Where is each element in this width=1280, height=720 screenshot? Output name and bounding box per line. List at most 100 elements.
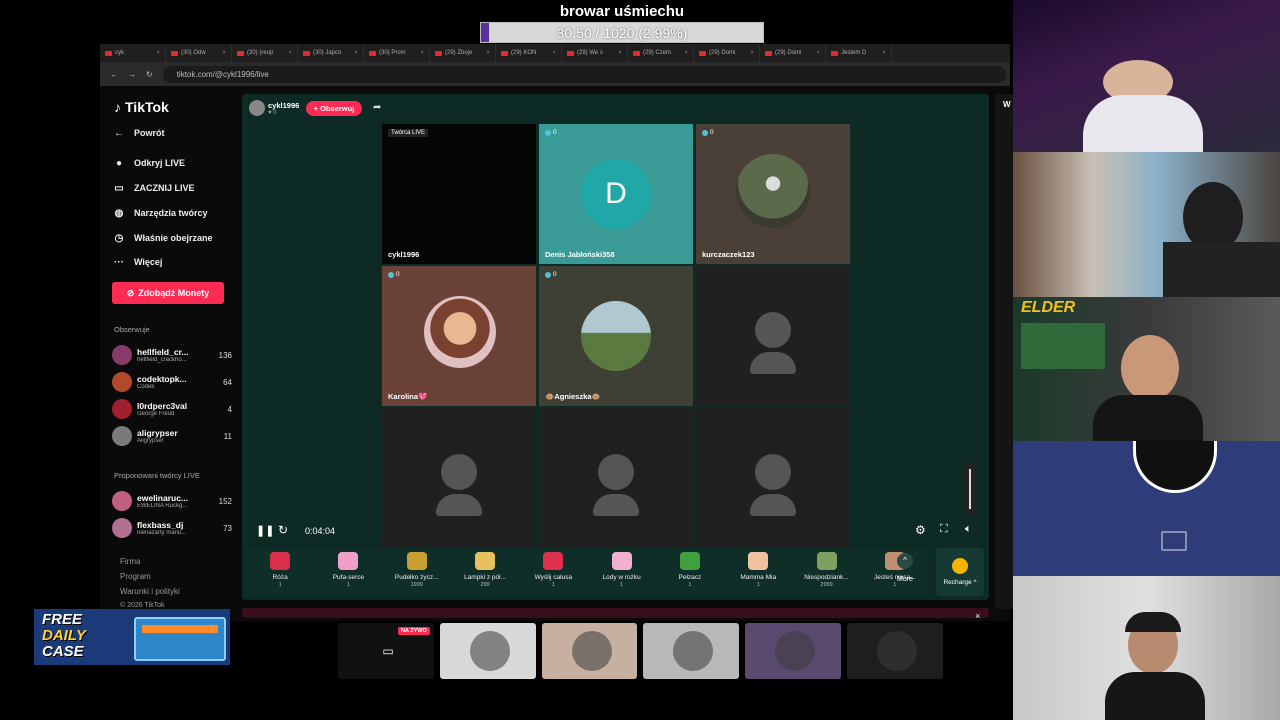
gift-item[interactable]: Lampki z pół... 299 [454,552,516,588]
guest-tile[interactable] [696,266,850,406]
browser-tab[interactable]: (30) Japco × [298,44,364,62]
browser-tab[interactable]: cyk × [100,44,166,62]
browser-tab[interactable]: (30) Odw × [166,44,232,62]
close-icon[interactable]: × [882,50,886,56]
account-item[interactable]: codektopk... Codek 64 [112,371,232,393]
browser-tab[interactable]: (29) Czem × [628,44,694,62]
guest-avatar-letter: D [581,159,651,229]
close-icon[interactable]: × [222,50,226,56]
recharge-button[interactable]: Recharge ^ [936,548,984,596]
close-icon[interactable]: × [975,611,980,621]
share-icon[interactable]: ➦ [373,102,381,113]
gift-price: 1999 [410,582,423,588]
guest-tile[interactable]: 0 kurczaczek123 [696,124,850,264]
gift-item[interactable]: Lody w rożku 1 [591,552,653,588]
host-avatar[interactable] [249,100,265,116]
back-icon[interactable]: ← [110,70,118,79]
footer-link[interactable]: Firma [120,557,140,566]
live-thumbnail[interactable] [745,623,842,679]
browser-tab[interactable]: (30) Prom × [364,44,430,62]
guest-tile[interactable]: Twórca LIVE cykl1996 [382,124,536,264]
browser-tab[interactable]: Jestem D × [826,44,892,62]
browser-tab[interactable]: (29) We s × [562,44,628,62]
close-icon[interactable]: × [420,50,424,56]
browser-tab[interactable]: (29) Zboje × [430,44,496,62]
tiktok-logo[interactable]: ♪ TikTok [114,99,169,115]
pause-icon[interactable]: ❚❚ [256,524,274,537]
sidebar-item-label: Właśnie obejrzane [134,233,213,243]
close-icon[interactable]: × [486,50,490,56]
gift-item[interactable]: Niespodziank... 2999 [796,552,858,588]
goal-progress-text: 30.50 / 1020 (2.99%) [556,25,688,41]
close-icon[interactable]: × [816,50,820,56]
url-field[interactable]: tiktok.com/@cykl1996/live [162,65,1006,83]
footer-link[interactable]: Program [120,572,151,581]
fullscreen-icon[interactable]: ⛶ [940,523,948,536]
browser-tab[interactable]: (29) KON × [496,44,562,62]
account-item[interactable]: aligrypser Aligrypser 11 [112,425,232,447]
footer-link[interactable]: Warunki i polityki [120,587,180,596]
sidebar-item-4[interactable]: ◷ Właśnie obejrzane [112,227,238,249]
reload-icon[interactable]: ↻ [146,70,153,79]
sidebar-item-2[interactable]: ▭ ZACZNIJ LIVE [112,177,238,199]
account-item[interactable]: flexbass_dj nienażarty mariu... 73 [112,517,232,539]
gift-name: Pełzacz [678,574,702,581]
close-icon[interactable]: × [156,50,160,56]
gift-item[interactable]: Pudełko życz... 1999 [386,552,448,588]
live-thumbnail[interactable] [847,623,943,679]
sidebar-item-5[interactable]: ··· Więcej [112,251,238,273]
avatar [112,372,132,392]
close-icon[interactable]: × [618,50,622,56]
suggested-header: Proponowani twórcy LIVE [114,471,200,480]
close-icon[interactable]: × [288,50,292,56]
youtube-icon [501,50,508,56]
live-thumbnail[interactable] [439,623,536,679]
more-gifts[interactable]: ^ More [893,553,917,583]
guest-badge: 0 [545,129,557,136]
browser-tab[interactable]: (30) (reup × [232,44,298,62]
gift-item[interactable]: Pełzacz 1 [659,552,721,588]
guest-tile[interactable]: 0 🐵Agnieszka🐵 [539,266,693,406]
account-item[interactable]: hellfield_cr... hellfield_crackho... 136 [112,344,232,366]
gift-icon [679,552,700,570]
guest-tile[interactable]: 0 Karolina💖 [382,266,536,406]
chevron-up-icon: ^ [897,553,913,569]
get-coins-button[interactable]: ⊘ Zdobądź Monety [112,282,224,304]
volume-icon[interactable]: 🔈︎ [965,523,972,536]
forward-icon[interactable]: → [128,70,136,79]
account-item[interactable]: ewelinaruc... EWELINA Ruckg... 152 [112,490,232,512]
guest-name: kurczaczek123 [702,250,755,259]
close-icon[interactable]: × [354,50,358,56]
browser-tab[interactable]: (29) Domi × [694,44,760,62]
host-name[interactable]: cykl1996 [268,101,299,110]
viewer-count: 152 [218,496,232,506]
account-name: l0rdperc3val [137,400,188,411]
sidebar-item-3[interactable]: ◍ Narzędzia twórcy [112,202,238,224]
sidebar-item-1[interactable]: ● Odkryj LIVE [112,152,238,174]
guest-tile[interactable]: D 0 Denis Jabłoński358 [539,124,693,264]
guest-photo [736,154,810,228]
close-icon[interactable]: × [684,50,688,56]
youtube-icon [171,50,178,56]
sidebar-item-0[interactable]: ← Powrót [112,122,238,144]
youtube-icon [369,50,376,56]
live-thumbnail[interactable]: ▭ NA ŻYWO [338,623,434,679]
gift-icon [748,552,769,570]
gift-item[interactable]: Wyślij całusa 1 [522,552,584,588]
guest-badge: 0 [388,271,400,278]
streamer-face [1121,335,1179,401]
close-icon[interactable]: × [750,50,754,56]
volume-slider[interactable] [964,463,976,515]
settings-icon[interactable]: ⚙ [915,523,926,537]
close-icon[interactable]: × [552,50,556,56]
live-thumbnail[interactable] [643,623,740,679]
account-item[interactable]: l0rdperc3val George Freud 4 [112,398,232,420]
gift-item[interactable]: Pufa-serce 1 [317,552,379,588]
browser-tab[interactable]: (29) Domi × [760,44,826,62]
gift-item[interactable]: Róża 1 [249,552,311,588]
live-thumbnail[interactable] [541,623,638,679]
aquarium [1021,323,1105,369]
gift-item[interactable]: Mamma Mia 1 [727,552,789,588]
follow-button[interactable]: + Obserwuj [306,101,362,116]
refresh-icon[interactable]: ↻ [278,523,288,537]
